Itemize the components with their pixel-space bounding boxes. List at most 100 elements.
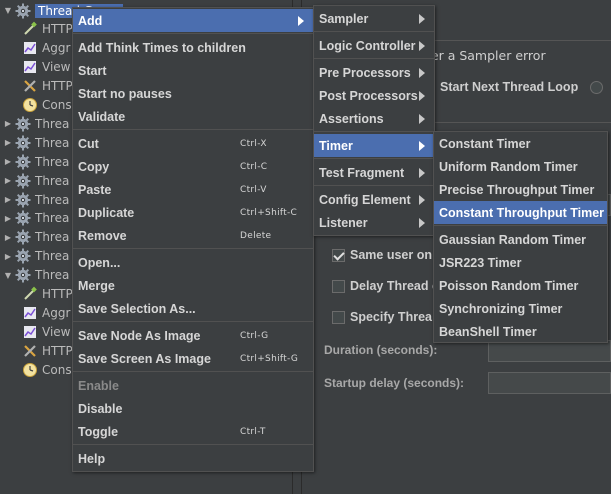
submenu-arrow-icon bbox=[419, 68, 425, 78]
menu-item-label: Timer bbox=[319, 138, 353, 153]
tree-node[interactable]: ▶ Threa bbox=[3, 171, 69, 190]
tree-node[interactable]: Aggr bbox=[22, 39, 70, 58]
menu-item-constant-timer[interactable]: Constant Timer bbox=[434, 132, 607, 155]
menu-item-cut[interactable]: Cut Ctrl-X bbox=[73, 132, 313, 155]
tree-node-label: HTTP bbox=[42, 343, 73, 358]
menu-item-label: Pre Processors bbox=[319, 65, 411, 80]
tree-node[interactable]: ▶ Threa bbox=[3, 247, 69, 266]
menu-item-test-fragment[interactable]: Test Fragment bbox=[314, 161, 434, 184]
tree-node[interactable]: ▶ Threa bbox=[3, 190, 69, 209]
start-next-thread-loop-label: Start Next Thread Loop bbox=[440, 80, 579, 94]
menu-item-precise-throughput-timer[interactable]: Precise Throughput Timer bbox=[434, 178, 607, 201]
specify-thread-lifetime-checkbox[interactable] bbox=[332, 311, 345, 324]
menu-item-poisson-random-timer[interactable]: Poisson Random Timer bbox=[434, 274, 607, 297]
expand-icon[interactable]: ▶ bbox=[3, 195, 13, 204]
menu-item-pre-processors[interactable]: Pre Processors bbox=[314, 61, 434, 84]
expand-icon[interactable]: ▶ bbox=[3, 157, 13, 166]
tree-node-label: Threa bbox=[35, 230, 70, 245]
menu-item-disable[interactable]: Disable bbox=[73, 397, 313, 420]
menu-item-logic-controller[interactable]: Logic Controller bbox=[314, 34, 434, 57]
gear-icon bbox=[15, 154, 31, 170]
menu-item-sampler[interactable]: Sampler bbox=[314, 7, 434, 30]
tree-node[interactable]: Cons bbox=[22, 360, 72, 379]
menu-item-start-no-pauses[interactable]: Start no pauses bbox=[73, 82, 313, 105]
menu-item-save-node-as-image[interactable]: Save Node As Image Ctrl-G bbox=[73, 324, 313, 347]
tree-node[interactable]: ▶ Threa bbox=[3, 152, 69, 171]
tree-node-label: Threa bbox=[35, 173, 70, 188]
shortcut-hint: Ctrl+Shift-G bbox=[240, 353, 299, 364]
menu-item-validate[interactable]: Validate bbox=[73, 105, 313, 128]
delay-thread-checkbox[interactable] bbox=[332, 280, 345, 293]
menu-item-constant-throughput-timer[interactable]: Constant Throughput Timer bbox=[434, 201, 607, 224]
menu-item-assertions[interactable]: Assertions bbox=[314, 107, 434, 130]
tree-node[interactable]: HTTP bbox=[22, 285, 73, 304]
menu-item-start[interactable]: Start bbox=[73, 59, 313, 82]
tree-node[interactable]: ▶ Threa bbox=[3, 114, 69, 133]
menu-item-label: Merge bbox=[78, 278, 115, 293]
add-submenu: Sampler Logic Controller Pre Processors Pos… bbox=[313, 5, 435, 236]
tree-node[interactable]: View bbox=[22, 322, 70, 341]
duration-input[interactable] bbox=[488, 340, 611, 362]
tree-node[interactable]: HTTP bbox=[22, 341, 73, 360]
tree-node[interactable]: HTTP bbox=[22, 77, 73, 96]
menu-separator bbox=[73, 371, 313, 372]
menu-item-synchronizing-timer[interactable]: Synchronizing Timer bbox=[434, 297, 607, 320]
menu-item-gaussian-random-timer[interactable]: Gaussian Random Timer bbox=[434, 228, 607, 251]
shortcut-hint: Ctrl-T bbox=[240, 426, 266, 437]
expand-icon[interactable]: ▶ bbox=[3, 214, 13, 223]
same-user-checkbox[interactable] bbox=[332, 249, 345, 262]
menu-item-label: Assertions bbox=[319, 111, 384, 126]
menu-item-save-screen-as-image[interactable]: Save Screen As Image Ctrl+Shift-G bbox=[73, 347, 313, 370]
expand-icon[interactable]: ▶ bbox=[3, 252, 13, 261]
menu-item-uniform-random-timer[interactable]: Uniform Random Timer bbox=[434, 155, 607, 178]
menu-item-help[interactable]: Help bbox=[73, 447, 313, 470]
tree-node[interactable]: Aggr bbox=[22, 303, 70, 322]
collapse-icon[interactable]: ▼ bbox=[3, 271, 13, 280]
tree-node-label: Cons bbox=[42, 98, 72, 112]
shortcut-hint: Ctrl-V bbox=[240, 184, 267, 195]
tree-node[interactable]: ▼ Threa bbox=[3, 266, 69, 285]
expand-icon[interactable]: ▶ bbox=[3, 176, 13, 185]
menu-item-label: Cut bbox=[78, 136, 99, 151]
submenu-arrow-icon bbox=[419, 218, 425, 228]
expand-icon[interactable]: ▶ bbox=[3, 233, 13, 242]
submenu-arrow-icon bbox=[419, 141, 425, 151]
menu-item-beanshell-timer[interactable]: BeanShell Timer bbox=[434, 320, 607, 343]
tree-node[interactable]: View bbox=[22, 58, 70, 77]
menu-item-timer[interactable]: Timer bbox=[314, 134, 434, 157]
startup-delay-input[interactable] bbox=[488, 372, 611, 394]
menu-item-merge[interactable]: Merge bbox=[73, 274, 313, 297]
menu-item-jsr223-timer[interactable]: JSR223 Timer bbox=[434, 251, 607, 274]
menu-item-open[interactable]: Open... bbox=[73, 251, 313, 274]
collapse-icon[interactable]: ▼ bbox=[3, 6, 13, 15]
tree-node[interactable]: ▶ Threa bbox=[3, 133, 69, 152]
menu-item-save-selection-as[interactable]: Save Selection As... bbox=[73, 297, 313, 320]
wrench-icon bbox=[22, 78, 38, 94]
tree-node[interactable]: ▶ Threa bbox=[3, 228, 69, 247]
menu-item-duplicate[interactable]: Duplicate Ctrl+Shift-C bbox=[73, 201, 313, 224]
menu-item-listener[interactable]: Listener bbox=[314, 211, 434, 234]
menu-item-copy[interactable]: Copy Ctrl-C bbox=[73, 155, 313, 178]
tree-node[interactable]: ▶ Threa bbox=[3, 209, 69, 228]
menu-item-post-processors[interactable]: Post Processors bbox=[314, 84, 434, 107]
tree-node[interactable]: HTTP bbox=[22, 20, 73, 39]
menu-item-paste[interactable]: Paste Ctrl-V bbox=[73, 178, 313, 201]
tree-node-label: Threa bbox=[35, 211, 70, 226]
expand-icon[interactable]: ▶ bbox=[3, 138, 13, 147]
menu-item-toggle[interactable]: Toggle Ctrl-T bbox=[73, 420, 313, 443]
menu-item-label: Toggle bbox=[78, 424, 119, 439]
expand-icon[interactable]: ▶ bbox=[3, 119, 13, 128]
menu-item-config-element[interactable]: Config Element bbox=[314, 188, 434, 211]
chart-icon bbox=[22, 305, 38, 321]
menu-item-label: Constant Timer bbox=[439, 136, 531, 151]
menu-separator bbox=[314, 131, 434, 132]
tree-node[interactable]: Cons bbox=[22, 96, 72, 115]
submenu-arrow-icon bbox=[298, 16, 304, 26]
menu-item-add[interactable]: Add bbox=[73, 9, 313, 32]
menu-item-add-think-times-to-children[interactable]: Add Think Times to children bbox=[73, 36, 313, 59]
start-next-thread-loop-radio[interactable] bbox=[590, 81, 603, 94]
menu-item-label: Paste bbox=[78, 182, 112, 197]
menu-item-enable[interactable]: Enable bbox=[73, 374, 313, 397]
menu-separator bbox=[73, 444, 313, 445]
menu-item-remove[interactable]: Remove Delete bbox=[73, 224, 313, 247]
